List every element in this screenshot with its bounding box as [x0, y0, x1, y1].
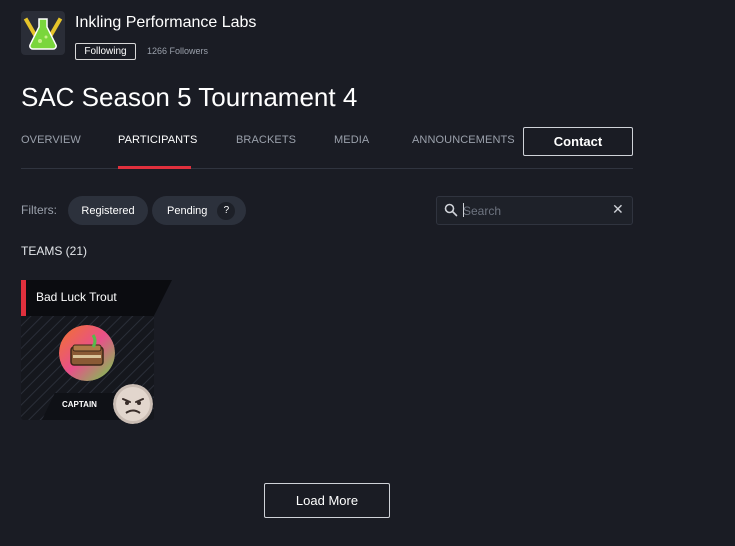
- team-name[interactable]: Bad Luck Trout: [36, 290, 117, 304]
- clear-search-icon[interactable]: ✕: [612, 202, 624, 216]
- tab-announcements[interactable]: ANNOUNCEMENTS: [412, 134, 515, 146]
- search-icon: [444, 203, 458, 217]
- followers-count: 1266 Followers: [147, 46, 209, 56]
- org-name[interactable]: Inkling Performance Labs: [75, 14, 256, 32]
- tab-overview[interactable]: OVERVIEW: [21, 134, 81, 146]
- text-caret: [463, 203, 464, 217]
- org-logo[interactable]: [21, 11, 65, 55]
- filters-label: Filters:: [21, 203, 57, 217]
- teams-count: TEAMS (21): [21, 244, 88, 258]
- team-avatar-icon[interactable]: [59, 325, 115, 381]
- filter-pending-button[interactable]: Pending ?: [152, 196, 246, 225]
- tab-media[interactable]: MEDIA: [334, 134, 369, 146]
- tab-participants[interactable]: PARTICIPANTS: [118, 134, 197, 146]
- captain-label: CAPTAIN: [62, 400, 97, 409]
- filter-registered-button[interactable]: Registered: [68, 196, 148, 225]
- help-icon[interactable]: ?: [217, 201, 236, 220]
- contact-button[interactable]: Contact: [523, 127, 633, 156]
- page-title: SAC Season 5 Tournament 4: [21, 82, 358, 112]
- tab-brackets[interactable]: BRACKETS: [236, 134, 296, 146]
- filter-registered-label: Registered: [81, 204, 135, 217]
- search-input[interactable]: [463, 201, 603, 220]
- following-button[interactable]: Following: [75, 43, 136, 60]
- flask-logo-icon: [23, 17, 63, 50]
- active-tab-indicator: [118, 166, 191, 169]
- filter-pending-label: Pending: [167, 204, 208, 217]
- captain-avatar-icon[interactable]: [113, 384, 153, 424]
- tabs-divider: [21, 168, 633, 169]
- load-more-button[interactable]: Load More: [264, 483, 390, 518]
- team-accent-edge: [21, 280, 26, 316]
